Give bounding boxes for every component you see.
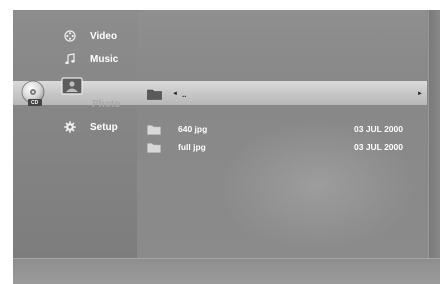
scrollbar[interactable] [428, 10, 440, 258]
disc-type-label: CD [31, 100, 39, 106]
file-date: 03 JUL 2000 [354, 124, 403, 134]
folder-icon [147, 124, 161, 135]
menu-item-photo[interactable]: Photo [92, 93, 120, 115]
film-reel-icon [63, 29, 77, 43]
menu-item-video[interactable]: Video [63, 25, 117, 47]
photo-icon [61, 77, 83, 95]
menu-item-music[interactable]: Music [63, 48, 118, 70]
arrow-right-icon[interactable]: ► [417, 91, 423, 97]
music-note-icon [63, 52, 77, 66]
arrow-left-icon[interactable]: ◄ [172, 91, 178, 97]
list-item[interactable]: 640 jpg 03 JUL 2000 [147, 120, 427, 138]
parent-folder-row[interactable]: ◄ .. ► [147, 85, 425, 103]
file-name: full jpg [178, 142, 206, 152]
folder-icon [147, 142, 161, 153]
file-date: 03 JUL 2000 [354, 142, 403, 152]
menu-item-label: Video [90, 30, 118, 42]
dvd-menu-screen: Video Music CD Photo Setup ◄ .. ► 640 jp… [13, 10, 440, 284]
menu-item-label: Music [90, 53, 119, 65]
parent-folder-label: .. [181, 89, 187, 99]
menu-item-label: Photo [92, 98, 121, 110]
menu-item-label: Setup [90, 121, 118, 133]
gear-icon [63, 120, 77, 134]
menu-item-setup[interactable]: Setup [63, 116, 118, 138]
folder-icon [147, 88, 162, 100]
list-item[interactable]: full jpg 03 JUL 2000 [147, 138, 427, 156]
file-list: ◄ .. ► 640 jpg 03 JUL 2000 full jpg 03 J… [137, 10, 427, 258]
bottom-bar [13, 258, 440, 284]
file-name: 640 jpg [178, 124, 208, 134]
